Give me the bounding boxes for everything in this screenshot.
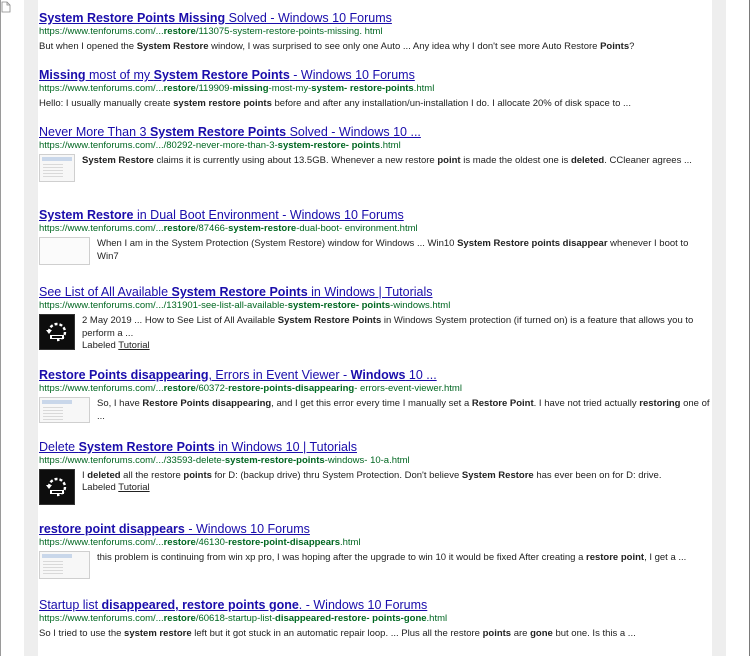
result-title-link[interactable]: Startup list disappeared, restore points…: [39, 598, 711, 613]
result-snippet: this problem is continuing from win xp p…: [97, 552, 687, 563]
result-thumbnail[interactable]: [39, 397, 90, 423]
right-gutter: [712, 0, 726, 656]
search-result: Startup list disappeared, restore points…: [39, 598, 711, 640]
search-result: System Restore Points Missing Solved - W…: [39, 11, 711, 53]
search-result: Missing most of my System Restore Points…: [39, 68, 711, 110]
result-thumbnail[interactable]: [39, 154, 75, 182]
result-snippet: System Restore claims it is currently us…: [82, 155, 692, 166]
result-title-link[interactable]: Restore Points disappearing, Errors in E…: [39, 368, 711, 383]
result-url: https://www.tenforums.com/...restore/874…: [39, 223, 418, 234]
result-title-link[interactable]: restore point disappears - Windows 10 Fo…: [39, 522, 711, 537]
result-snippet: So I tried to use the system restore lef…: [39, 628, 636, 639]
system-restore-icon[interactable]: [39, 469, 75, 505]
search-result: Delete System Restore Points in Windows …: [39, 440, 711, 505]
search-result: System Restore in Dual Boot Environment …: [39, 208, 711, 265]
result-url: https://www.tenforums.com/...restore/603…: [39, 383, 462, 394]
result-title-link[interactable]: System Restore in Dual Boot Environment …: [39, 208, 711, 223]
page-corner-icon: [1, 1, 11, 13]
result-labels: Labeled Tutorial: [82, 340, 711, 352]
result-url: https://www.tenforums.com/...restore/119…: [39, 83, 435, 94]
left-gutter: [24, 0, 38, 656]
result-title-link[interactable]: System Restore Points Missing Solved - W…: [39, 11, 711, 26]
result-title-link[interactable]: Never More Than 3 System Restore Points …: [39, 125, 711, 140]
result-title-link[interactable]: Missing most of my System Restore Points…: [39, 68, 711, 83]
result-labels: Labeled Tutorial: [82, 482, 661, 494]
labeled-text: Labeled: [82, 340, 116, 351]
search-results: System Restore Points Missing Solved - W…: [39, 0, 711, 656]
label-tutorial-link[interactable]: Tutorial: [118, 482, 149, 493]
result-url: https://www.tenforums.com/...restore/113…: [39, 26, 383, 37]
result-title-link[interactable]: See List of All Available System Restore…: [39, 285, 711, 300]
result-url: https://www.tenforums.com/.../33593-dele…: [39, 455, 410, 466]
result-thumbnail[interactable]: [39, 551, 90, 579]
result-snippet: I deleted all the restore points for D: …: [82, 470, 662, 481]
window-frame-left: [0, 0, 1, 656]
result-thumbnail[interactable]: [39, 237, 90, 265]
result-snippet: Hello: I usually manually create system …: [39, 98, 631, 109]
label-tutorial-link[interactable]: Tutorial: [118, 340, 149, 351]
search-result: Never More Than 3 System Restore Points …: [39, 125, 711, 182]
result-snippet: So, I have Restore Points disappearing, …: [97, 398, 710, 422]
result-snippet: 2 May 2019 ... How to See List of All Av…: [82, 315, 694, 339]
search-result: restore point disappears - Windows 10 Fo…: [39, 522, 711, 579]
search-result: See List of All Available System Restore…: [39, 285, 711, 352]
result-url: https://www.tenforums.com/...restore/606…: [39, 613, 448, 624]
result-title-link[interactable]: Delete System Restore Points in Windows …: [39, 440, 711, 455]
result-url: https://www.tenforums.com/...restore/461…: [39, 537, 361, 548]
system-restore-icon[interactable]: [39, 314, 75, 350]
result-snippet: But when I opened the System Restore win…: [39, 41, 635, 52]
result-url: https://www.tenforums.com/.../80292-neve…: [39, 140, 401, 151]
search-result: Restore Points disappearing, Errors in E…: [39, 368, 711, 423]
result-url: https://www.tenforums.com/.../131901-see…: [39, 300, 451, 311]
result-snippet: When I am in the System Protection (Syst…: [97, 238, 689, 262]
labeled-text: Labeled: [82, 482, 116, 493]
